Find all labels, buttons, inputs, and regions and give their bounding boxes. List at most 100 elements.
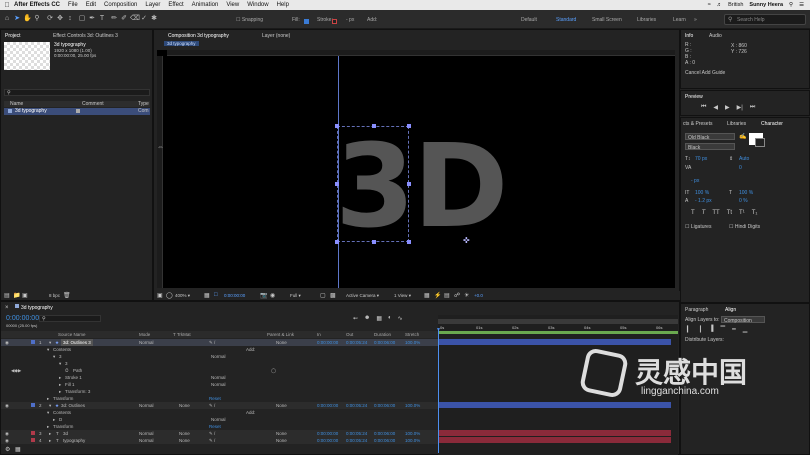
expand-icon[interactable]: ▸ <box>49 430 51 437</box>
new-comp-icon[interactable]: ▣ <box>22 292 28 299</box>
user-name[interactable]: Sunny Heera <box>749 2 783 8</box>
brush-tool-icon[interactable]: ✏ <box>110 15 118 23</box>
out-point[interactable]: 0:00:05:24 <box>346 339 367 346</box>
in-point[interactable]: 0:00:00:00 <box>317 437 338 444</box>
property-row[interactable]: ▸ Stroke 1 Normal <box>1 374 438 381</box>
current-time[interactable]: 0:00:00:00 <box>224 293 245 298</box>
blend-dropdown[interactable]: Normal <box>211 353 226 360</box>
apple-icon[interactable]:  <box>0 2 14 9</box>
expand-icon[interactable]: ▾ <box>49 402 51 409</box>
clone-tool-icon[interactable]: ✐ <box>120 15 128 23</box>
toggle-modes-icon[interactable]: ▦ <box>15 446 21 453</box>
close-icon[interactable]: × <box>5 305 9 311</box>
duration[interactable]: 0:00:06:00 <box>374 402 395 409</box>
blend-dropdown[interactable]: Normal <box>211 374 226 381</box>
layer-label-color[interactable] <box>31 403 35 407</box>
camera-dropdown[interactable]: Active Camera ▾ <box>346 293 379 299</box>
layer-bar[interactable] <box>439 402 671 408</box>
help-search-box[interactable]: ⚲ Search Help <box>724 14 806 25</box>
font-style-dropdown[interactable]: Black <box>685 143 735 151</box>
baseline-value[interactable]: - 1.2 px <box>695 198 712 204</box>
align-hcenter-icon[interactable]: ┃ <box>699 326 703 333</box>
tab-effects-presets[interactable]: cts & Presets <box>683 121 712 127</box>
align-right-icon[interactable]: ▐ <box>709 326 713 333</box>
motion-blur-icon[interactable]: ◐ <box>388 315 392 323</box>
expand-icon[interactable]: ▾ <box>59 360 61 367</box>
property-row[interactable]: ▾ Contents Add: <box>1 346 438 353</box>
menu-effect[interactable]: Effect <box>168 2 183 8</box>
align-bottom-icon[interactable]: ▁ <box>743 326 748 333</box>
eraser-tool-icon[interactable]: ⌫ <box>130 15 140 23</box>
add-button[interactable]: Add: <box>246 346 255 353</box>
expand-icon[interactable]: ▸ <box>59 374 61 381</box>
new-folder-icon[interactable]: 📁 <box>13 292 20 299</box>
pick-whip-icon[interactable]: ◯ <box>271 367 276 374</box>
prev-frame-icon[interactable]: ◀ <box>713 104 718 111</box>
hand-tool-icon[interactable]: ✋ <box>23 15 32 23</box>
tab-composition[interactable]: Composition 3d typography <box>168 33 229 39</box>
trkmat-dropdown[interactable]: None <box>179 430 190 437</box>
selection-tool-icon[interactable]: ➤ <box>13 15 21 23</box>
tab-layer[interactable]: Layer (none) <box>262 33 290 39</box>
expand-icon[interactable]: ▸ <box>59 388 61 395</box>
reset-button[interactable]: Reset <box>209 395 221 402</box>
layer-bar[interactable] <box>439 437 671 443</box>
font-size-value[interactable]: 70 px <box>695 156 707 162</box>
frame-blend-icon[interactable]: ▦ <box>376 315 382 323</box>
col-comment[interactable]: Comment <box>82 101 104 107</box>
expand-icon[interactable]: ▾ <box>47 346 49 353</box>
stroke-color-swatch[interactable] <box>755 138 765 147</box>
snapshot-icon[interactable]: 📷 <box>260 292 267 299</box>
type-tool-icon[interactable]: T <box>98 15 106 23</box>
menu-view[interactable]: View <box>226 2 239 8</box>
duration[interactable]: 0:00:06:00 <box>374 339 395 346</box>
in-point[interactable]: 0:00:00:00 <box>317 430 338 437</box>
play-icon[interactable]: ▶ <box>725 104 730 111</box>
duration[interactable]: 0:00:06:00 <box>374 430 395 437</box>
layer-label-color[interactable] <box>31 431 35 435</box>
layer-switches-icon[interactable]: ✎ / <box>209 430 215 437</box>
property-row[interactable]: ▸ Fill 1 Normal <box>1 381 438 388</box>
workspace-libraries[interactable]: Libraries <box>637 17 656 23</box>
blend-dropdown[interactable]: Normal <box>211 416 226 423</box>
pan-tool-icon[interactable]: ✥ <box>56 15 64 23</box>
graph-editor-icon[interactable]: ∿ <box>398 315 403 323</box>
expand-icon[interactable]: ▾ <box>47 409 49 416</box>
reset-button[interactable]: Reset <box>209 423 221 430</box>
tab-info[interactable]: Info <box>685 33 693 39</box>
handle[interactable] <box>335 182 339 186</box>
project-item[interactable]: 3d typography Com <box>4 108 150 115</box>
header-stretch[interactable]: Stretch <box>405 332 419 337</box>
hindi-digits-checkbox[interactable]: ☐ Hindi Digits <box>729 224 760 230</box>
header-trkmat[interactable]: T TrkMat <box>173 332 191 337</box>
menu-layer[interactable]: Layer <box>145 2 160 8</box>
expand-icon[interactable]: ▸ <box>47 423 49 430</box>
layer-name[interactable]: typography <box>63 437 85 444</box>
header-mode[interactable]: Mode <box>139 332 150 337</box>
mode-dropdown[interactable]: Normal <box>139 339 154 346</box>
out-point[interactable]: 0:00:05:24 <box>346 402 367 409</box>
workspace-small-screen[interactable]: Small Screen <box>592 17 622 23</box>
layer-name[interactable]: 3d <box>63 430 68 437</box>
add-button[interactable]: Add: <box>246 409 255 416</box>
timeline-timecode[interactable]: 0:00:00:00 <box>6 315 39 322</box>
toggle-switches-icon[interactable]: ⚙ <box>5 446 10 453</box>
comp-flowchart-icon[interactable]: ⇜ <box>353 315 358 323</box>
keyframe-nav-icon[interactable]: ◀◆▶ <box>11 367 21 374</box>
composition-viewer[interactable]: 3D ✜ ⇔ <box>157 50 675 288</box>
small-caps-icon[interactable]: Tt <box>727 210 732 216</box>
workspace-default[interactable]: Default <box>521 17 537 23</box>
handle[interactable] <box>335 124 339 128</box>
stroke-width-value[interactable]: - px <box>691 178 699 184</box>
stretch[interactable]: 100.0% <box>405 339 420 346</box>
property-row[interactable]: ▸ Transform Reset <box>1 423 438 430</box>
tracking-value[interactable]: 0 <box>739 165 742 171</box>
layer-bar[interactable] <box>439 430 671 436</box>
property-row[interactable]: ▾ 3 <box>1 360 438 367</box>
expand-icon[interactable]: ▸ <box>59 381 61 388</box>
ligatures-checkbox[interactable]: ☐ Ligatures <box>685 224 711 230</box>
out-point[interactable]: 0:00:05:24 <box>346 430 367 437</box>
header-out[interactable]: Out <box>346 332 353 337</box>
bit-depth[interactable]: 8 bpc <box>49 293 60 298</box>
tab-project[interactable]: Project <box>5 33 21 39</box>
